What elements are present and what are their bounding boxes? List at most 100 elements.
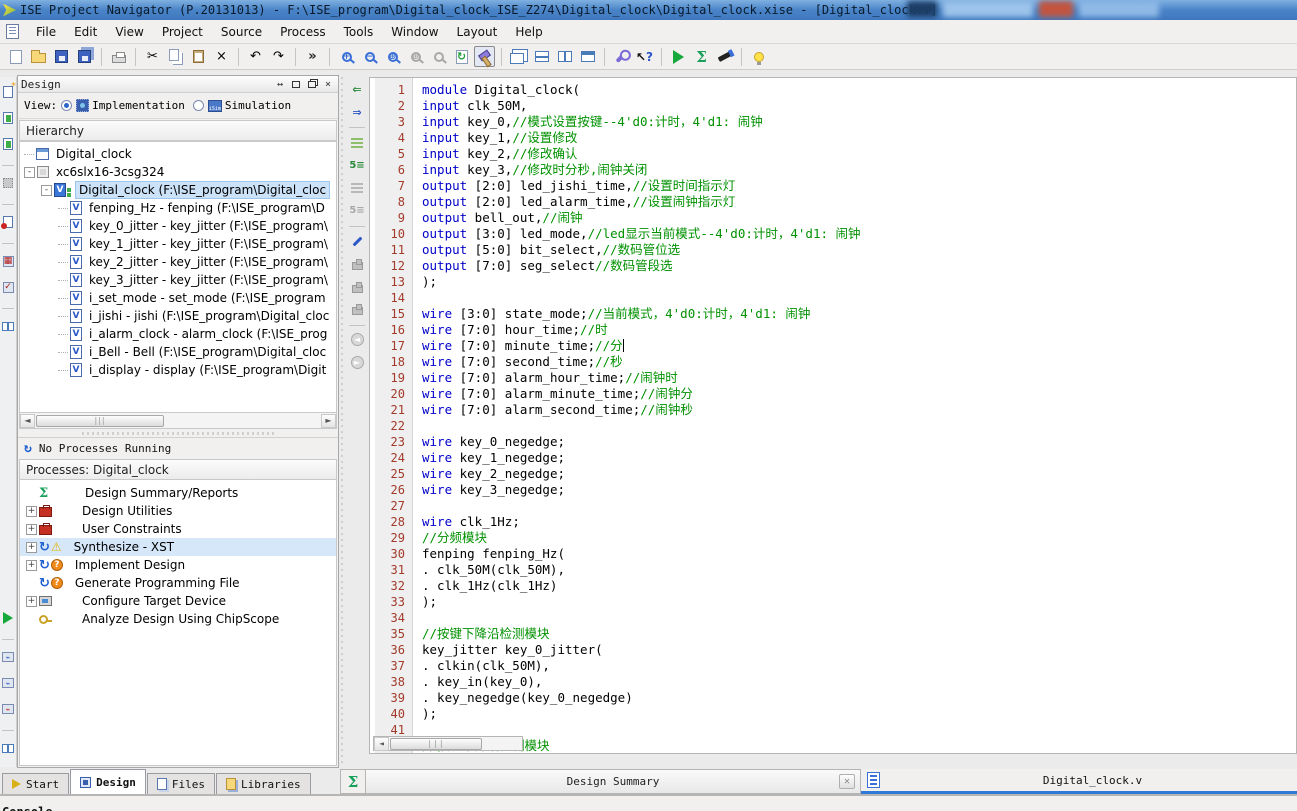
restore-panel-icon[interactable] xyxy=(305,78,319,91)
scroll-right-icon[interactable]: ► xyxy=(321,413,336,428)
run-play-icon[interactable] xyxy=(668,46,689,67)
code-line[interactable] xyxy=(422,498,1296,514)
tab-start[interactable]: Start xyxy=(2,773,70,794)
rerun-all-icon[interactable]: ⌁ xyxy=(1,676,15,690)
indent-icon[interactable]: ⇒ xyxy=(348,104,366,121)
open-folder-icon[interactable] xyxy=(28,46,49,67)
rerun-process-icon[interactable]: ⌁ xyxy=(1,650,15,664)
menu-item-file[interactable]: File xyxy=(27,22,65,42)
code-line[interactable]: key_jitter key_0_jitter( xyxy=(422,642,1296,658)
analyzer-telescope-icon[interactable] xyxy=(714,46,735,67)
hierarchy-tree[interactable]: Digital_clock - xc6slx16-3csg324- V Digital_… xyxy=(19,141,337,413)
menu-item-project[interactable]: Project xyxy=(153,22,212,42)
code-line[interactable]: input key_3,//修改时分秒,闹钟关闭 xyxy=(422,162,1296,178)
code-line[interactable] xyxy=(422,722,1296,738)
code-line[interactable]: output [5:0] bit_select,//数码管位选 xyxy=(422,242,1296,258)
close-tab-icon[interactable]: ✕ xyxy=(839,774,855,789)
expander-icon[interactable]: + xyxy=(26,541,37,553)
tile-horizontal-icon[interactable] xyxy=(531,46,552,67)
code-line[interactable]: //分频模块 xyxy=(422,530,1296,546)
code-line[interactable]: wire [7:0] alarm_hour_time;//闹钟时 xyxy=(422,370,1296,386)
tab-files[interactable]: Files xyxy=(146,773,215,794)
scroll-left-icon[interactable]: ◄ xyxy=(20,413,35,428)
code-line[interactable]: wire [7:0] second_time;//秒 xyxy=(422,354,1296,370)
code-line[interactable]: output [3:0] led_mode,//led显示当前模式--4'd0:… xyxy=(422,226,1296,242)
menu-item-window[interactable]: Window xyxy=(382,22,447,42)
zoom-full-icon[interactable]: ⊕ xyxy=(382,46,403,67)
expander-icon[interactable]: + xyxy=(26,523,37,535)
scroll-handle[interactable]: ||| xyxy=(36,414,164,427)
maximize-panel-icon[interactable] xyxy=(289,78,303,91)
design-summary-sigma-icon[interactable]: Σ xyxy=(691,46,712,67)
run-process-icon[interactable] xyxy=(1,611,15,625)
tab-design[interactable]: Design xyxy=(70,769,146,794)
tree-item[interactable]: Vi_jishi - jishi (F:\ISE_program\Digital… xyxy=(20,307,336,325)
tree-item[interactable]: Vkey_2_jitter - key_jitter (F:\ISE_progr… xyxy=(20,253,336,271)
lightbulb-tips-icon[interactable] xyxy=(748,46,769,67)
code-line[interactable]: //按键下降沿检测模块 xyxy=(422,738,1296,753)
process-item[interactable]: + ↻ ⚠ Synthesize - XST xyxy=(20,538,336,556)
code-line[interactable]: input key_2,//修改确认 xyxy=(422,146,1296,162)
stop-process-icon[interactable]: ⌁ xyxy=(1,702,15,716)
tab-digital-clock-v[interactable]: Digital_clock.v xyxy=(861,769,1297,794)
tree-item[interactable]: Vkey_0_jitter - key_jitter (F:\ISE_progr… xyxy=(20,217,336,235)
wrench-settings-icon[interactable] xyxy=(611,46,632,67)
refresh-icon[interactable]: ↻ xyxy=(451,46,472,67)
code-line[interactable]: wire key_2_negedge; xyxy=(422,466,1296,482)
code-line[interactable]: ); xyxy=(422,594,1296,610)
undo-icon[interactable]: ↶ xyxy=(245,46,266,67)
expander-icon[interactable]: - xyxy=(24,166,35,178)
code-line[interactable]: wire [7:0] hour_time;//时 xyxy=(422,322,1296,338)
menu-item-help[interactable]: Help xyxy=(506,22,551,42)
expander-icon[interactable]: + xyxy=(26,595,37,607)
scroll-left-icon[interactable]: ◄ xyxy=(374,736,389,751)
expander-icon[interactable]: + xyxy=(26,559,37,571)
code-line[interactable]: . clkin(clk_50M), xyxy=(422,658,1296,674)
highlight-lines-icon[interactable] xyxy=(348,134,366,151)
tab-libraries[interactable]: Libraries xyxy=(216,773,311,794)
tree-item[interactable]: - xc6slx16-3csg324 xyxy=(20,163,336,181)
menu-item-source[interactable]: Source xyxy=(212,22,271,42)
code-line[interactable]: ); xyxy=(422,274,1296,290)
code-line[interactable] xyxy=(422,418,1296,434)
code-line[interactable]: input key_0,//模式设置按键--4'd0:计时，4'd1: 闹钟 xyxy=(422,114,1296,130)
panel-splitter[interactable] xyxy=(18,429,338,437)
view-columns-icon[interactable] xyxy=(1,319,15,333)
window-controls-blurred[interactable] xyxy=(907,1,1177,19)
help-cursor-icon[interactable]: ↖? xyxy=(634,46,655,67)
save-all-icon[interactable] xyxy=(74,46,95,67)
copy-icon[interactable] xyxy=(165,46,186,67)
tab-design-summary[interactable]: Design Summary ✕ xyxy=(366,769,861,794)
code-line[interactable]: . clk_50M(clk_50M), xyxy=(422,562,1296,578)
save-icon[interactable] xyxy=(51,46,72,67)
code-line[interactable]: //按键下降沿检测模块 xyxy=(422,626,1296,642)
code-line[interactable]: wire [7:0] minute_time;//分 xyxy=(422,338,1296,354)
tree-item[interactable]: Vi_display - display (F:\ISE_program\Dig… xyxy=(20,361,336,379)
menu-item-view[interactable]: View xyxy=(106,22,152,42)
code-line[interactable] xyxy=(422,610,1296,626)
process-item[interactable]: + Design Utilities xyxy=(20,502,336,520)
cascade-windows-icon[interactable] xyxy=(508,46,529,67)
process-item[interactable]: Analyze Design Using ChipScope xyxy=(20,610,336,628)
code-line[interactable]: wire clk_1Hz; xyxy=(422,514,1296,530)
toolbar-overflow-chevron[interactable]: » xyxy=(302,46,323,67)
menu-item-tools[interactable]: Tools xyxy=(335,22,383,42)
process-columns-icon[interactable] xyxy=(1,741,15,755)
code-line[interactable]: wire [3:0] state_mode;//当前模式，4'd0:计时，4'd… xyxy=(422,306,1296,322)
add-copy-source-icon[interactable] xyxy=(1,137,15,151)
process-item[interactable]: + Configure Target Device xyxy=(20,592,336,610)
scroll-handle[interactable]: ||| xyxy=(390,737,482,750)
new-project-icon[interactable] xyxy=(1,81,16,99)
code-line[interactable] xyxy=(422,290,1296,306)
process-item[interactable]: ↻? Generate Programming File xyxy=(20,574,336,592)
tree-item[interactable]: Vkey_1_jitter - key_jitter (F:\ISE_progr… xyxy=(20,235,336,253)
expander-icon[interactable]: + xyxy=(26,505,37,517)
new-doc-icon[interactable] xyxy=(5,46,26,67)
editor-hscrollbar[interactable]: ◄ ||| xyxy=(373,736,523,751)
add-source-icon[interactable] xyxy=(1,111,15,125)
expander-icon[interactable]: - xyxy=(41,184,52,196)
simulation-radio[interactable] xyxy=(192,100,204,111)
hierarchy-hscrollbar[interactable]: ◄ ||| ► xyxy=(19,413,337,429)
process-item[interactable]: Σ Design Summary/Reports xyxy=(20,484,336,502)
tree-item[interactable]: Vi_set_mode - set_mode (F:\ISE_program xyxy=(20,289,336,307)
